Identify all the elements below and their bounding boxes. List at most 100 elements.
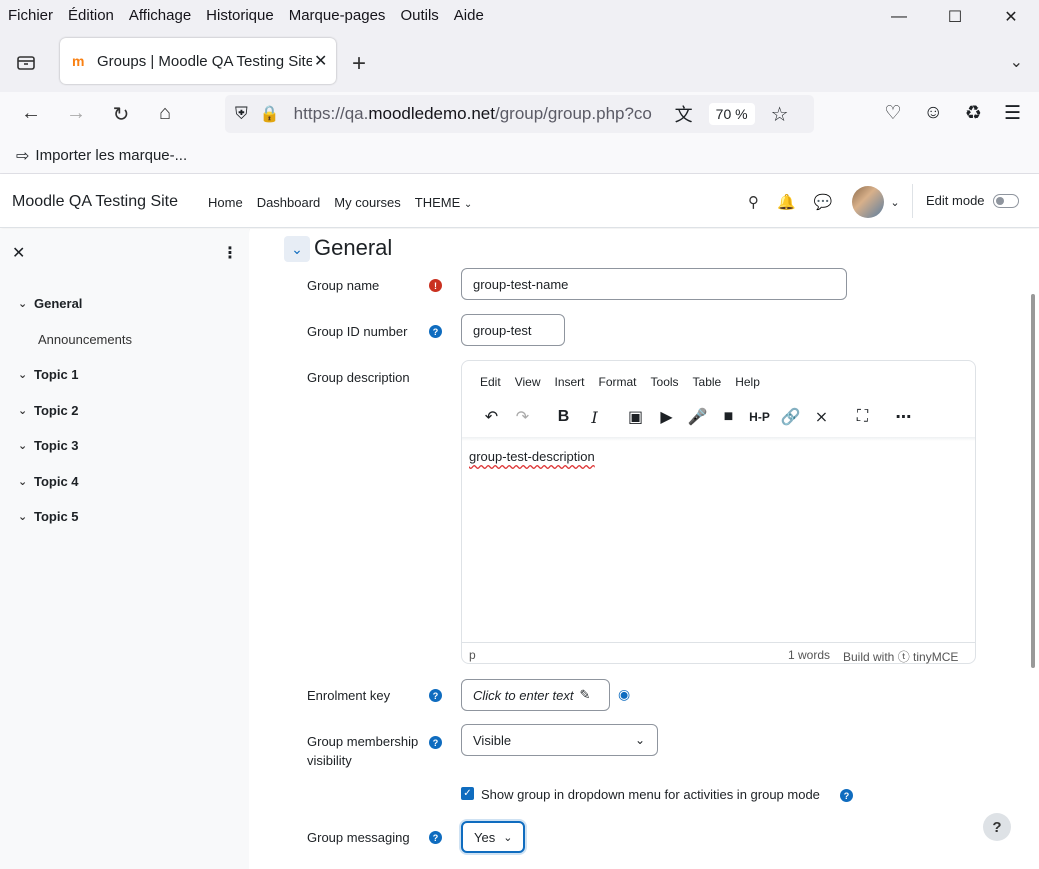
account-icon[interactable]: ☺	[924, 102, 943, 125]
help-icon[interactable]: ?	[429, 325, 442, 338]
redo-icon[interactable]: ↷	[507, 407, 538, 427]
chevron-down-icon[interactable]: ⌄	[1010, 52, 1023, 72]
close-drawer-icon[interactable]: ✕	[12, 243, 25, 263]
close-tab-icon[interactable]: ✕	[314, 51, 327, 71]
tab-bar: m Groups | Moodle QA Testing Site ✕ + ⌄	[0, 30, 1039, 92]
image-icon[interactable]: ▣	[620, 407, 651, 427]
undo-icon[interactable]: ↶	[476, 407, 507, 427]
bookmark-star-icon[interactable]: ☆	[771, 102, 789, 127]
editor-menu-help[interactable]: Help	[735, 375, 760, 389]
menu-marque-pages[interactable]: Marque-pages	[289, 7, 386, 24]
chevron-down-icon[interactable]: ⌄	[18, 404, 34, 417]
menu-edition[interactable]: Édition	[68, 7, 114, 24]
nav-home[interactable]: Home	[208, 195, 243, 210]
home-icon[interactable]: ⌂	[152, 102, 178, 125]
unlink-icon[interactable]: ⨯	[806, 407, 837, 427]
close-window-icon[interactable]: ✕	[983, 0, 1039, 34]
group-name-input[interactable]: group-test-name	[461, 268, 847, 300]
editor-menu-format[interactable]: Format	[599, 375, 637, 389]
avatar[interactable]	[852, 186, 885, 218]
group-id-input[interactable]: group-test	[461, 314, 565, 346]
pocket-icon[interactable]: ♡	[884, 102, 901, 125]
site-name[interactable]: Moodle QA Testing Site	[12, 193, 178, 211]
video-camera-icon[interactable]: ■	[713, 408, 744, 426]
help-icon[interactable]: ?	[429, 689, 442, 702]
forward-icon[interactable]: →	[63, 102, 89, 125]
translate-icon[interactable]: 文	[675, 101, 693, 127]
enrolment-key-input[interactable]: Click to enter text ✎	[461, 679, 610, 711]
help-icon[interactable]: ?	[429, 736, 442, 749]
chevron-down-icon[interactable]: ⌄	[18, 439, 34, 452]
h5p-icon[interactable]: H-P	[744, 410, 775, 424]
editor-menu-insert[interactable]: Insert	[554, 375, 584, 389]
word-count[interactable]: 1 words	[788, 648, 830, 662]
more-icon[interactable]: ⋯	[888, 407, 919, 427]
new-tab-icon[interactable]: +	[352, 50, 366, 78]
bell-icon[interactable]: 🔔	[777, 193, 796, 211]
nav-dashboard[interactable]: Dashboard	[257, 195, 321, 210]
nav-theme[interactable]: THEME ⌄	[415, 195, 473, 210]
collapse-section-button[interactable]: ⌄	[284, 236, 310, 262]
course-section-topic-1[interactable]: ⌄ Topic 1	[18, 367, 79, 382]
url-bar[interactable]: ⛨ 🔒 https://qa.moodledemo.net/group/grou…	[225, 95, 814, 133]
italic-icon[interactable]: I	[579, 408, 610, 427]
scrollbar[interactable]	[1031, 294, 1035, 668]
extensions-icon[interactable]: ♻	[965, 102, 982, 125]
help-icon[interactable]: ?	[429, 831, 442, 844]
editor-content[interactable]: group-test-description	[469, 449, 595, 464]
tab-list-icon[interactable]	[12, 50, 40, 76]
chevron-down-icon[interactable]: ⌄	[890, 196, 899, 209]
kebab-menu-icon[interactable]: ⋮	[222, 243, 238, 263]
eye-icon[interactable]: ◉	[618, 686, 630, 703]
editor-menu-table[interactable]: Table	[693, 375, 722, 389]
course-section-topic-4[interactable]: ⌄ Topic 4	[18, 474, 79, 489]
menu-aide[interactable]: Aide	[454, 7, 484, 24]
maximize-icon[interactable]: ☐	[927, 0, 983, 34]
hamburger-menu-icon[interactable]: ☰	[1004, 102, 1021, 125]
chevron-down-icon[interactable]: ⌄	[18, 368, 34, 381]
url-text[interactable]: https://qa.moodledemo.net/group/group.ph…	[294, 104, 669, 124]
course-section-topic-2[interactable]: ⌄ Topic 2	[18, 403, 79, 418]
messages-icon[interactable]: 💬	[814, 193, 833, 211]
link-icon[interactable]: 🔗	[775, 407, 806, 427]
menu-historique[interactable]: Historique	[206, 7, 274, 24]
nav-my-courses[interactable]: My courses	[334, 195, 400, 210]
back-icon[interactable]: ←	[18, 102, 44, 125]
search-icon[interactable]: ⚲	[748, 193, 759, 211]
course-section-topic-3[interactable]: ⌄ Topic 3	[18, 438, 79, 453]
show-in-dropdown-label[interactable]: Show group in dropdown menu for activiti…	[481, 787, 820, 802]
bold-icon[interactable]: B	[548, 408, 579, 426]
membership-visibility-select[interactable]: Visible ⌄	[461, 724, 658, 756]
minimize-icon[interactable]: —	[871, 0, 927, 34]
fullscreen-icon[interactable]: ⛶	[847, 408, 878, 426]
tinymce-branding[interactable]: Build with ⓣ tinyMCE	[843, 648, 958, 665]
lock-icon[interactable]: 🔒	[260, 104, 280, 124]
menu-fichier[interactable]: Fichier	[8, 7, 53, 24]
group-messaging-label: Group messaging	[307, 830, 410, 845]
microphone-icon[interactable]: 🎤	[682, 407, 713, 427]
help-icon[interactable]: ?	[840, 789, 853, 802]
tab-groups[interactable]: m Groups | Moodle QA Testing Site ✕	[60, 38, 336, 84]
chevron-down-icon[interactable]: ⌄	[18, 297, 34, 310]
menu-affichage[interactable]: Affichage	[129, 7, 191, 24]
description-editor: Edit View Insert Format Tools Table Help…	[461, 360, 976, 664]
zoom-level[interactable]: 70 %	[708, 103, 755, 125]
editor-path[interactable]: p	[469, 648, 476, 662]
group-messaging-select[interactable]: Yes ⌄	[461, 821, 525, 853]
reload-icon[interactable]: ↻	[108, 102, 134, 127]
editor-menu-edit[interactable]: Edit	[480, 375, 501, 389]
course-section-general[interactable]: ⌄ General	[18, 296, 82, 311]
editor-menu-view[interactable]: View	[515, 375, 541, 389]
help-button[interactable]: ?	[983, 813, 1011, 841]
bookmark-import[interactable]: Importer les marque-...	[35, 147, 187, 164]
show-in-dropdown-checkbox[interactable]: ✓	[461, 787, 474, 800]
menu-outils[interactable]: Outils	[400, 7, 438, 24]
media-icon[interactable]: ▶	[651, 407, 682, 427]
course-item-announcements[interactable]: Announcements	[38, 332, 132, 347]
chevron-down-icon[interactable]: ⌄	[18, 475, 34, 488]
edit-mode-toggle[interactable]	[992, 193, 1019, 208]
course-section-topic-5[interactable]: ⌄ Topic 5	[18, 509, 79, 524]
editor-menu-tools[interactable]: Tools	[651, 375, 679, 389]
chevron-down-icon[interactable]: ⌄	[18, 510, 34, 523]
shield-icon[interactable]: ⛨	[235, 104, 248, 124]
